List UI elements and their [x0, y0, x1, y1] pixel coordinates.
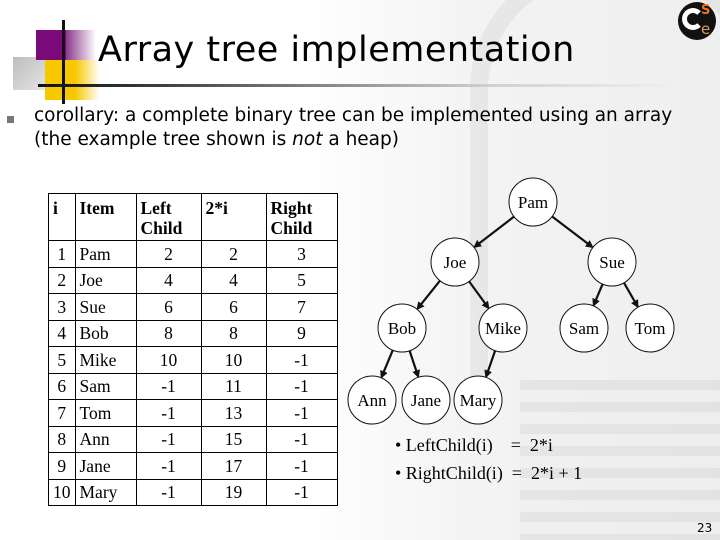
- tree-node-label: Joe: [444, 253, 467, 272]
- tree-node-mary: Mary: [453, 375, 503, 425]
- tree-node-jane: Jane: [401, 375, 451, 425]
- tree-node-label: Ann: [357, 391, 387, 410]
- tree-node-pam: Pam: [508, 177, 558, 227]
- tree-node-sam: Sam: [559, 303, 609, 353]
- tree-edge-sue-sam: [592, 283, 604, 307]
- formulas: • LeftChild(i) = 2*i • RightChild(i) = 2…: [395, 431, 582, 487]
- tree-node-label: Sue: [599, 253, 625, 272]
- tree-edge-joe-mike: [468, 280, 490, 310]
- tree-edge-bob-jane: [408, 350, 420, 379]
- tree-node-ann: Ann: [347, 375, 397, 425]
- tree-edge-pam-joe: [473, 215, 515, 248]
- tree-node-label: Bob: [388, 319, 416, 338]
- tree-edge-mike-mary: [484, 350, 497, 379]
- tree-node-sue: Sue: [587, 237, 637, 287]
- tree-node-joe: Joe: [430, 237, 480, 287]
- tree-node-label: Pam: [518, 193, 548, 212]
- formula-left-child: • LeftChild(i) = 2*i: [395, 435, 553, 455]
- tree-node-bob: Bob: [377, 303, 427, 353]
- tree-edge-sue-tom: [623, 282, 639, 309]
- tree-node-label: Sam: [569, 319, 599, 338]
- page-number: 23: [697, 521, 713, 535]
- formula-right-child: • RightChild(i) = 2*i + 1: [395, 463, 583, 483]
- tree-node-label: Mary: [460, 391, 497, 410]
- tree-node-label: Jane: [411, 391, 441, 410]
- tree-node-tom: Tom: [625, 303, 675, 353]
- tree-edge-joe-bob: [416, 280, 441, 311]
- tree-edge-bob-ann: [380, 349, 394, 379]
- tree-node-mike: Mike: [478, 303, 528, 353]
- tree-edge-pam-sue: [551, 215, 594, 249]
- tree-nodes: Pam Joe Sue Bob Mike Sam Tom Ann Jane Mary: [347, 177, 675, 425]
- tree-node-label: Tom: [635, 319, 666, 338]
- binary-tree-diagram: Pam Joe Sue Bob Mike Sam Tom Ann Jane Mary: [347, 177, 675, 425]
- tree-node-label: Mike: [485, 319, 521, 338]
- tree-edges: [380, 215, 639, 379]
